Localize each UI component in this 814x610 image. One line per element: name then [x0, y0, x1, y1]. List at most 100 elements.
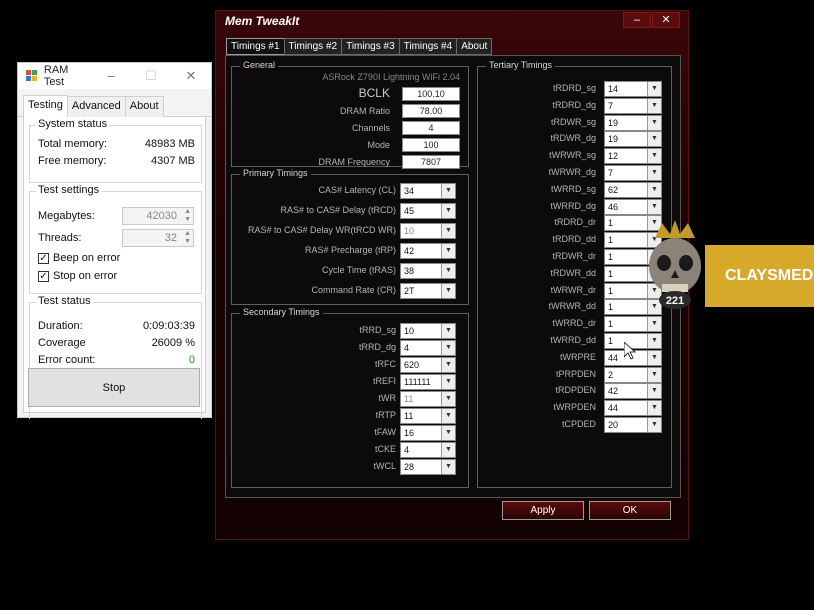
- stop-button[interactable]: Stop: [28, 368, 200, 407]
- test-status-title: Test status: [36, 295, 93, 307]
- memtweakit-titlebar[interactable]: Mem TweakIt – ✕: [216, 11, 688, 35]
- secondary-dropdown-7[interactable]: 4 ▼: [400, 442, 456, 458]
- free-memory-label: Free memory:: [38, 155, 107, 167]
- secondary-dropdown-4[interactable]: 11 ▼: [400, 391, 456, 407]
- tertiary-dropdown-19[interactable]: 44 ▼: [604, 400, 662, 417]
- chevron-down-icon[interactable]: ▼: [647, 149, 661, 164]
- chevron-down-icon[interactable]: ▼: [441, 224, 455, 238]
- tertiary-dropdown-7[interactable]: 46 ▼: [604, 198, 662, 215]
- secondary-dropdown-5[interactable]: 11 ▼: [400, 408, 456, 424]
- chevron-down-icon[interactable]: ▼: [441, 358, 455, 372]
- chevron-down-icon[interactable]: ▼: [441, 375, 455, 389]
- maximize-icon[interactable]: ☐: [131, 68, 171, 84]
- secondary-dropdown-3[interactable]: 111111 ▼: [400, 374, 456, 390]
- chevron-down-icon[interactable]: ▼: [647, 98, 661, 113]
- secondary-label-5: tRTP: [375, 410, 396, 420]
- primary-dropdown-3[interactable]: 42 ▼: [400, 243, 456, 259]
- mouse-cursor-icon: [624, 342, 636, 360]
- ramtest-window: RAM Test – ☐ ✕ Testing Advanced About Sy…: [17, 62, 212, 419]
- tertiary-dropdown-1[interactable]: 7 ▼: [604, 97, 662, 114]
- chevron-down-icon[interactable]: ▼: [441, 443, 455, 457]
- tertiary-dropdown-0[interactable]: 14 ▼: [604, 81, 662, 97]
- tertiary-dropdown-18[interactable]: 42 ▼: [604, 383, 662, 400]
- minimize-icon[interactable]: –: [91, 68, 131, 84]
- chevron-down-icon[interactable]: ▼: [647, 182, 661, 197]
- secondary-dropdown-6[interactable]: 16 ▼: [400, 425, 456, 441]
- chevron-down-icon[interactable]: ▼: [647, 317, 661, 332]
- tertiary-label-9: tRDRD_dd: [552, 234, 596, 245]
- tertiary-label-7: tWRRD_dg: [550, 200, 596, 211]
- secondary-label-0: tRRD_sg: [359, 325, 396, 335]
- close-icon[interactable]: ✕: [652, 12, 680, 28]
- general-value-0: 100.10: [402, 87, 460, 101]
- primary-label-2: RAS# to CAS# Delay WR(tRCD WR): [247, 225, 396, 235]
- secondary-dropdown-8[interactable]: 28 ▼: [400, 459, 456, 475]
- ok-button[interactable]: OK: [589, 501, 671, 520]
- chevron-down-icon[interactable]: ▼: [441, 426, 455, 440]
- chevron-down-icon[interactable]: ▼: [647, 367, 661, 382]
- tertiary-dropdown-17[interactable]: 2 ▼: [604, 366, 662, 383]
- ramtest-title: RAM Test: [43, 64, 69, 88]
- chevron-down-icon[interactable]: ▼: [441, 460, 455, 474]
- chevron-down-icon[interactable]: ▼: [647, 384, 661, 399]
- tertiary-dropdown-6[interactable]: 62 ▼: [604, 181, 662, 198]
- primary-dropdown-4[interactable]: 38 ▼: [400, 263, 456, 279]
- tab-timings-4[interactable]: Timings #4: [398, 38, 458, 55]
- tertiary-dropdown-14[interactable]: 1 ▼: [604, 316, 662, 333]
- tab-timings-2[interactable]: Timings #2: [283, 38, 343, 55]
- tab-advanced[interactable]: Advanced: [66, 96, 126, 117]
- chevron-down-icon[interactable]: ▼: [441, 264, 455, 278]
- beep-on-error-checkbox[interactable]: ✓ Beep on error: [38, 252, 120, 264]
- tab-timings-3[interactable]: Timings #3: [341, 38, 400, 55]
- tertiary-dropdown-4[interactable]: 12 ▼: [604, 148, 662, 165]
- chevron-down-icon[interactable]: ▼: [441, 341, 455, 355]
- ramtest-titlebar[interactable]: RAM Test – ☐ ✕: [18, 63, 211, 89]
- primary-dropdown-2[interactable]: 10 ▼: [400, 223, 456, 239]
- secondary-timings-group: Secondary Timings tRRD_sg 10 ▼ tRRD_dg 4 ▼ tRF…: [231, 307, 469, 488]
- coverage-value: 26009 %: [151, 337, 195, 349]
- tab-testing[interactable]: Testing: [23, 95, 68, 117]
- chevron-down-icon[interactable]: ▼: [441, 204, 455, 218]
- threads-input[interactable]: 32 ▲ ▼: [122, 229, 194, 247]
- primary-dropdown-1[interactable]: 45 ▼: [400, 203, 456, 219]
- tertiary-label-19: tWRPDEN: [553, 402, 597, 413]
- chevron-down-icon[interactable]: ▼: [441, 409, 455, 423]
- chevron-down-icon[interactable]: ▼: [647, 199, 661, 214]
- checkmark-icon: ✓: [38, 270, 49, 282]
- chevron-down-icon[interactable]: ▼: [647, 401, 661, 416]
- megabytes-input[interactable]: 42030 ▲ ▼: [122, 207, 194, 225]
- chevron-down-icon[interactable]: ▼: [441, 184, 455, 198]
- primary-label-0: CAS# Latency (CL): [318, 185, 396, 195]
- secondary-dropdown-1[interactable]: 4 ▼: [400, 340, 456, 356]
- tertiary-label-17: tPRPDEN: [555, 368, 596, 379]
- chevron-down-icon[interactable]: ▼: [441, 284, 455, 298]
- error-count-value: 0: [188, 354, 195, 366]
- primary-dropdown-0[interactable]: 34 ▼: [400, 183, 456, 199]
- tertiary-dropdown-5[interactable]: 7 ▼: [604, 165, 662, 181]
- chevron-down-icon[interactable]: ▼: [647, 132, 661, 147]
- tab-about[interactable]: About: [456, 38, 493, 55]
- tertiary-dropdown-20[interactable]: 20 ▼: [604, 417, 662, 433]
- chevron-down-icon[interactable]: ▼: [647, 115, 661, 130]
- apply-button[interactable]: Apply: [502, 501, 584, 520]
- chevron-down-icon[interactable]: ▼: [441, 324, 455, 338]
- primary-dropdown-5[interactable]: 2T ▼: [400, 283, 456, 299]
- chevron-down-icon[interactable]: ▼: [441, 392, 455, 406]
- minimize-icon[interactable]: –: [623, 12, 651, 28]
- chevron-down-icon[interactable]: ▼: [647, 166, 661, 180]
- tab-timings-1[interactable]: Timings #1: [226, 38, 285, 55]
- chevron-down-icon[interactable]: ▼: [647, 334, 661, 348]
- stop-on-error-checkbox[interactable]: ✓ Stop on error: [38, 270, 117, 282]
- chevron-down-icon[interactable]: ▼: [441, 244, 455, 258]
- tab-about[interactable]: About: [124, 96, 164, 117]
- chevron-down-icon[interactable]: ▼: [647, 82, 661, 96]
- chevron-down-icon[interactable]: ▼: [647, 350, 661, 365]
- tertiary-label-20: tCPDED: [561, 419, 596, 429]
- secondary-label-4: tWR: [378, 393, 397, 403]
- tertiary-dropdown-2[interactable]: 19 ▼: [604, 114, 662, 131]
- close-icon[interactable]: ✕: [171, 68, 211, 84]
- chevron-down-icon[interactable]: ▼: [647, 418, 661, 432]
- tertiary-dropdown-3[interactable]: 19 ▼: [604, 131, 662, 148]
- secondary-dropdown-2[interactable]: 620 ▼: [400, 357, 456, 373]
- secondary-dropdown-0[interactable]: 10 ▼: [400, 323, 456, 339]
